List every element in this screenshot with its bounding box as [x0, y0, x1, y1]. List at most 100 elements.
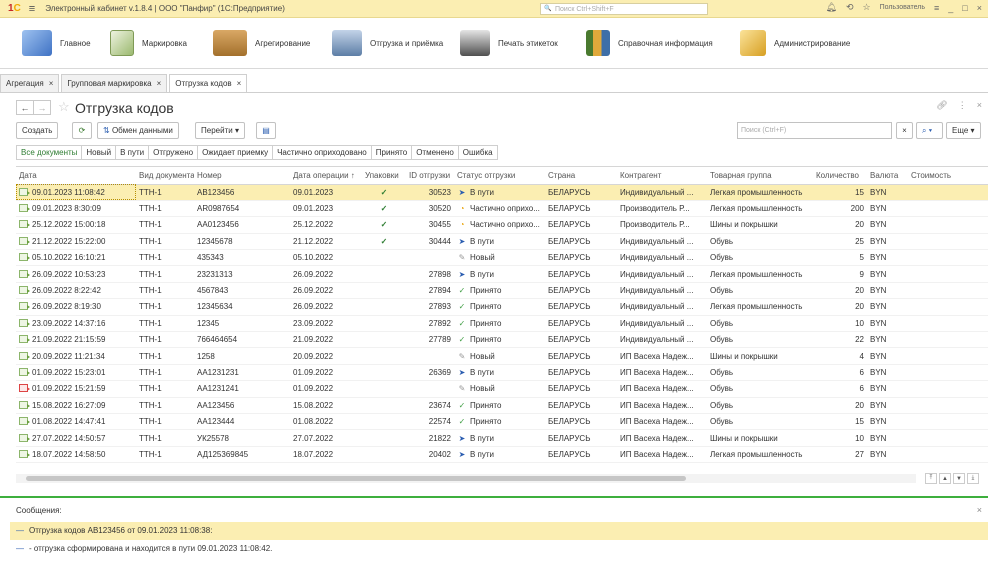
scroll-up-icon[interactable]: ▲ [939, 473, 951, 484]
cell-partner[interactable]: Индивидуальный ... [617, 184, 707, 201]
close-icon[interactable]: × [977, 3, 982, 13]
col-product-group[interactable]: Товарная группа [707, 167, 813, 185]
cell-country[interactable]: БЕЛАРУСЬ [545, 233, 617, 251]
cell-cost[interactable] [908, 265, 988, 283]
table-row[interactable]: 25.12.2022 15:00:18 ТТН-1 AA0123456 25.12.2… [16, 216, 988, 234]
cell-currency[interactable]: BYN [867, 315, 908, 333]
cell-number[interactable]: 435343 [194, 249, 290, 267]
table-row[interactable]: 23.09.2022 14:37:16 ТТН-1 12345 23.09.2022 2… [16, 315, 988, 333]
cell-country[interactable]: БЕЛАРУСЬ [545, 298, 617, 316]
cell-cost[interactable] [908, 364, 988, 382]
cell-number[interactable]: 766464654 [194, 331, 290, 349]
cell-op-date[interactable]: 05.10.2022 [290, 249, 362, 267]
cell-doc-type[interactable]: ТТН-1 [136, 315, 194, 333]
cell-op-date[interactable]: 18.07.2022 [290, 446, 362, 464]
cell-cost[interactable] [908, 200, 988, 218]
cell-shipment-id[interactable]: 30444 [406, 233, 454, 251]
cell-cost[interactable] [908, 397, 988, 414]
cell-packages[interactable] [362, 282, 406, 300]
section-admin[interactable]: Администрирование [740, 29, 850, 57]
cell-quantity[interactable]: 4 [813, 347, 867, 365]
cell-number[interactable]: АД125369845 [194, 446, 290, 464]
cell-country[interactable]: БЕЛАРУСЬ [545, 331, 617, 349]
cell-shipment-id[interactable]: 20402 [406, 446, 454, 464]
cell-status[interactable]: ➤ В пути [454, 233, 545, 251]
table-row[interactable]: 20.09.2022 11:21:34 ТТН-1 1258 20.09.2022 ✎ Н… [16, 347, 988, 365]
cell-packages[interactable] [362, 331, 406, 349]
filter-error[interactable]: Ошибка [457, 145, 498, 160]
cell-partner[interactable]: ИП Васеха Надеж... [617, 446, 707, 464]
cell-number[interactable]: 4567843 [194, 282, 290, 300]
table-row[interactable]: 15.08.2022 16:27:09 ТТН-1 AA123456 15.08.20… [16, 397, 988, 414]
cell-country[interactable]: БЕЛАРУСЬ [545, 265, 617, 283]
cell-op-date[interactable]: 09.01.2023 [290, 200, 362, 218]
cell-number[interactable]: AA1231241 [194, 380, 290, 398]
cell-date[interactable]: 01.08.2022 14:47:41 [16, 413, 136, 431]
cell-quantity[interactable]: 10 [813, 429, 867, 447]
cell-cost[interactable] [908, 315, 988, 333]
cell-status[interactable]: ➤ В пути [454, 446, 545, 464]
cell-currency[interactable]: BYN [867, 282, 908, 300]
filter-awaiting[interactable]: Ожидает приемку [197, 145, 274, 160]
table-row[interactable]: 09.01.2023 11:08:42 ТТН-1 AB123456 09.01.20… [16, 184, 988, 201]
cell-doc-type[interactable]: ТТН-1 [136, 413, 194, 431]
back-arrow-icon[interactable]: ← [16, 100, 34, 115]
col-op-date[interactable]: Дата операции ↑ [290, 167, 362, 185]
cell-op-date[interactable]: 27.07.2022 [290, 429, 362, 447]
cell-partner[interactable]: Производитель Р... [617, 216, 707, 234]
cell-packages[interactable]: ✓ [362, 233, 406, 251]
section-shipping[interactable]: Отгрузка и приёмка [332, 29, 443, 57]
cell-currency[interactable]: BYN [867, 331, 908, 349]
cell-country[interactable]: БЕЛАРУСЬ [545, 446, 617, 464]
cell-packages[interactable] [362, 397, 406, 414]
table-row[interactable]: 21.12.2022 15:22:00 ТТН-1 12345678 21.12.20… [16, 233, 988, 251]
cell-op-date[interactable]: 01.09.2022 [290, 364, 362, 382]
cell-country[interactable]: БЕЛАРУСЬ [545, 184, 617, 201]
table-row[interactable]: 01.08.2022 14:47:41 ТТН-1 AA123444 01.08.20… [16, 413, 988, 431]
cell-quantity[interactable]: 20 [813, 282, 867, 300]
scroll-first-icon[interactable]: ⤒ [925, 473, 937, 484]
cell-quantity[interactable]: 22 [813, 331, 867, 349]
cell-status[interactable]: ➤ В пути [454, 364, 545, 382]
cell-partner[interactable]: Индивидуальный ... [617, 249, 707, 267]
cell-date[interactable]: 27.07.2022 14:50:57 [16, 429, 136, 447]
cell-date[interactable]: 25.12.2022 15:00:18 [16, 216, 136, 234]
cell-currency[interactable]: BYN [867, 429, 908, 447]
col-doc-type[interactable]: Вид документа [136, 167, 194, 185]
col-date[interactable]: Дата [16, 167, 136, 185]
cell-doc-type[interactable]: ТТН-1 [136, 446, 194, 464]
cell-quantity[interactable]: 20 [813, 216, 867, 234]
cell-op-date[interactable]: 01.08.2022 [290, 413, 362, 431]
cell-status[interactable]: ✓ Принято [454, 315, 545, 333]
cell-status[interactable]: ✓ Принято [454, 282, 545, 300]
close-tab-icon[interactable]: × [49, 75, 54, 92]
cell-cost[interactable] [908, 429, 988, 447]
goto-dropdown-button[interactable]: Перейти ▾ [195, 122, 245, 139]
cell-product-group[interactable]: Легкая промышленность [707, 200, 813, 218]
cell-cost[interactable] [908, 380, 988, 398]
cell-date[interactable]: 26.09.2022 8:22:42 [16, 282, 136, 300]
cell-op-date[interactable]: 20.09.2022 [290, 347, 362, 365]
create-button[interactable]: Создать [16, 122, 59, 139]
cell-partner[interactable]: Производитель Р... [617, 200, 707, 218]
cell-shipment-id[interactable]: 23674 [406, 397, 454, 414]
section-reference[interactable]: Справочная информация [586, 29, 713, 57]
bell-icon[interactable]: 🔔︎ [826, 2, 837, 13]
history-icon[interactable]: ⟲ [846, 2, 854, 13]
cell-number[interactable]: AA123444 [194, 413, 290, 431]
cell-op-date[interactable]: 21.12.2022 [290, 233, 362, 251]
cell-quantity[interactable]: 10 [813, 315, 867, 333]
cell-status[interactable]: ✎ Новый [454, 347, 545, 365]
filter-accepted[interactable]: Принято [370, 145, 413, 160]
cell-doc-type[interactable]: ТТН-1 [136, 397, 194, 414]
cell-currency[interactable]: BYN [867, 397, 908, 414]
cell-partner[interactable]: ИП Васеха Надеж... [617, 347, 707, 365]
cell-currency[interactable]: BYN [867, 233, 908, 251]
cell-number[interactable]: 1258 [194, 347, 290, 365]
scrollbar-thumb[interactable] [26, 476, 686, 481]
cell-status[interactable]: ◔ Частично оприхо... [454, 200, 545, 218]
table-row[interactable]: 26.09.2022 8:19:30 ТТН-1 12345634 26.09.202… [16, 298, 988, 316]
cell-status[interactable]: ✓ Принято [454, 298, 545, 316]
cell-doc-type[interactable]: ТТН-1 [136, 380, 194, 398]
tab-group-marking[interactable]: Групповая маркировка × [61, 74, 168, 92]
